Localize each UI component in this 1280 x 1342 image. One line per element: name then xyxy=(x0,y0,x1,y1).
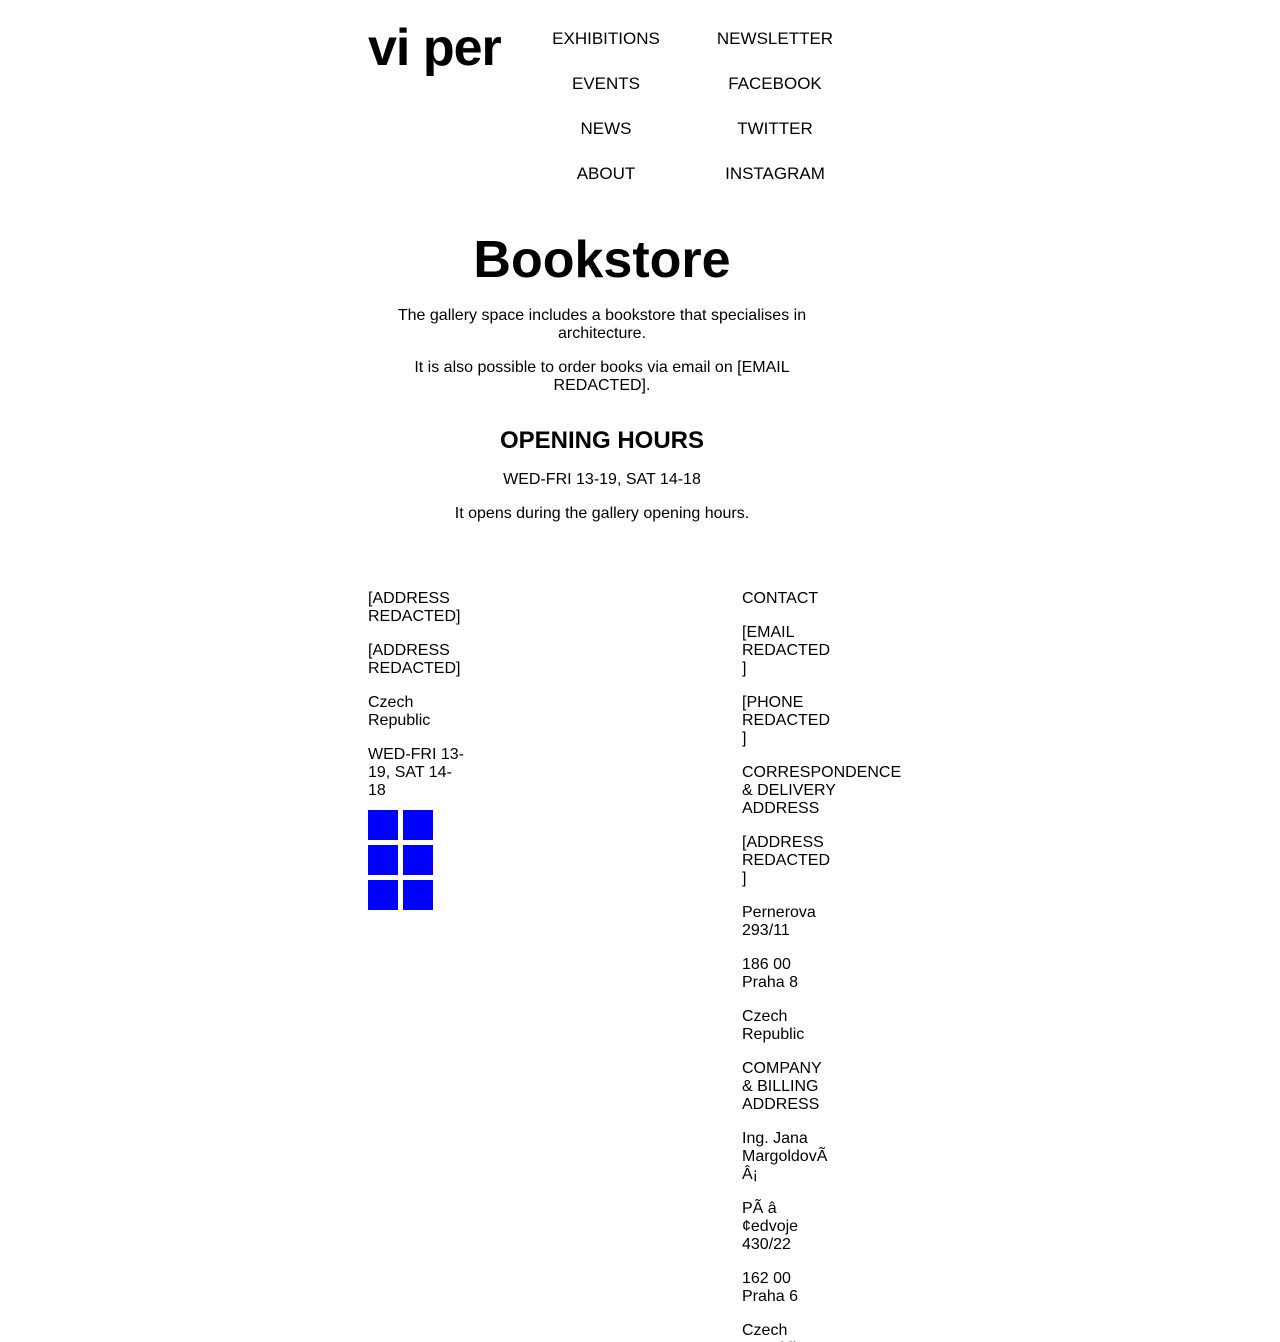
company-postal-city: 162 00 Praha 6 xyxy=(742,1270,799,1305)
nav-link-facebook[interactable]: FACEBOOK xyxy=(690,74,860,119)
nav-link-exhibitions[interactable]: EXHIBITIONS xyxy=(521,29,691,74)
nav-link-about[interactable]: ABOUT xyxy=(521,164,691,209)
contact-email[interactable]: [EMAIL REDACTED] xyxy=(742,624,832,678)
footer-contact-block: CONTACT [EMAIL REDACTED] [PHONE REDACTED… xyxy=(742,590,912,1342)
blue-tile[interactable] xyxy=(403,810,433,840)
company-heading: COMPANY & BILLING ADDRESS xyxy=(742,1060,822,1113)
footer-address-block: [ADDRESS REDACTED] [ADDRESS REDACTED] Cz… xyxy=(368,590,478,910)
blue-tile[interactable] xyxy=(368,845,398,875)
main-nav: EXHIBITIONS EVENTS NEWS ABOUT xyxy=(521,29,691,209)
nav-link-news[interactable]: NEWS xyxy=(521,119,691,164)
company-name: Ing. Jana MargoldovÃ Â¡ xyxy=(742,1130,828,1183)
page: vi per EXHIBITIONS EVENTS NEWS ABOUT NEW… xyxy=(0,0,1280,1342)
blue-tile[interactable] xyxy=(368,810,398,840)
nav-link-events[interactable]: EVENTS xyxy=(521,74,691,119)
social-nav: NEWSLETTER FACEBOOK TWITTER INSTAGRAM xyxy=(690,29,860,209)
correspondence-country: Czech Republic xyxy=(742,1008,805,1043)
order-text: It is also possible to order books via e… xyxy=(414,359,790,394)
footer-address-line-2: [ADDRESS REDACTED] xyxy=(368,642,461,677)
intro-text: The gallery space includes a bookstore t… xyxy=(397,307,807,342)
nav-link-newsletter[interactable]: NEWSLETTER xyxy=(690,29,860,74)
blue-tile[interactable] xyxy=(403,880,433,910)
company-street: PÃ â ¢edvoje 430/22 xyxy=(742,1200,799,1253)
footer-hours: WED-FRI 13-19, SAT 14-18 xyxy=(368,746,464,799)
nav-link-instagram[interactable]: INSTAGRAM xyxy=(690,164,860,209)
correspondence-address: [ADDRESS REDACTED] xyxy=(742,834,831,887)
site-logo[interactable]: vi per xyxy=(368,20,502,76)
correspondence-postal-city: 186 00 Praha 8 xyxy=(742,956,799,991)
contact-phone[interactable]: [PHONE REDACTED] xyxy=(742,694,832,748)
contact-heading: CONTACT xyxy=(742,590,819,607)
opening-hours-note: It opens during the gallery opening hour… xyxy=(454,505,750,522)
blue-tile-grid xyxy=(368,810,478,910)
opening-hours-heading: OPENING HOURS xyxy=(499,427,705,454)
footer-address-line-1: [ADDRESS REDACTED] xyxy=(368,590,461,625)
nav-link-twitter[interactable]: TWITTER xyxy=(690,119,860,164)
page-title: Bookstore xyxy=(473,231,731,289)
blue-tile[interactable] xyxy=(368,880,398,910)
company-country: Czech Republic xyxy=(742,1322,804,1342)
blue-tile[interactable] xyxy=(403,845,433,875)
main-content: Bookstore The gallery space includes a b… xyxy=(392,230,812,523)
correspondence-street: Pernerova 293/11 xyxy=(742,904,816,939)
opening-hours-text: WED-FRI 13-19, SAT 14-18 xyxy=(503,471,701,488)
footer-country: Czech Republic xyxy=(368,694,431,729)
correspondence-heading: CORRESPONDENCE & DELIVERY ADDRESS xyxy=(742,764,902,817)
